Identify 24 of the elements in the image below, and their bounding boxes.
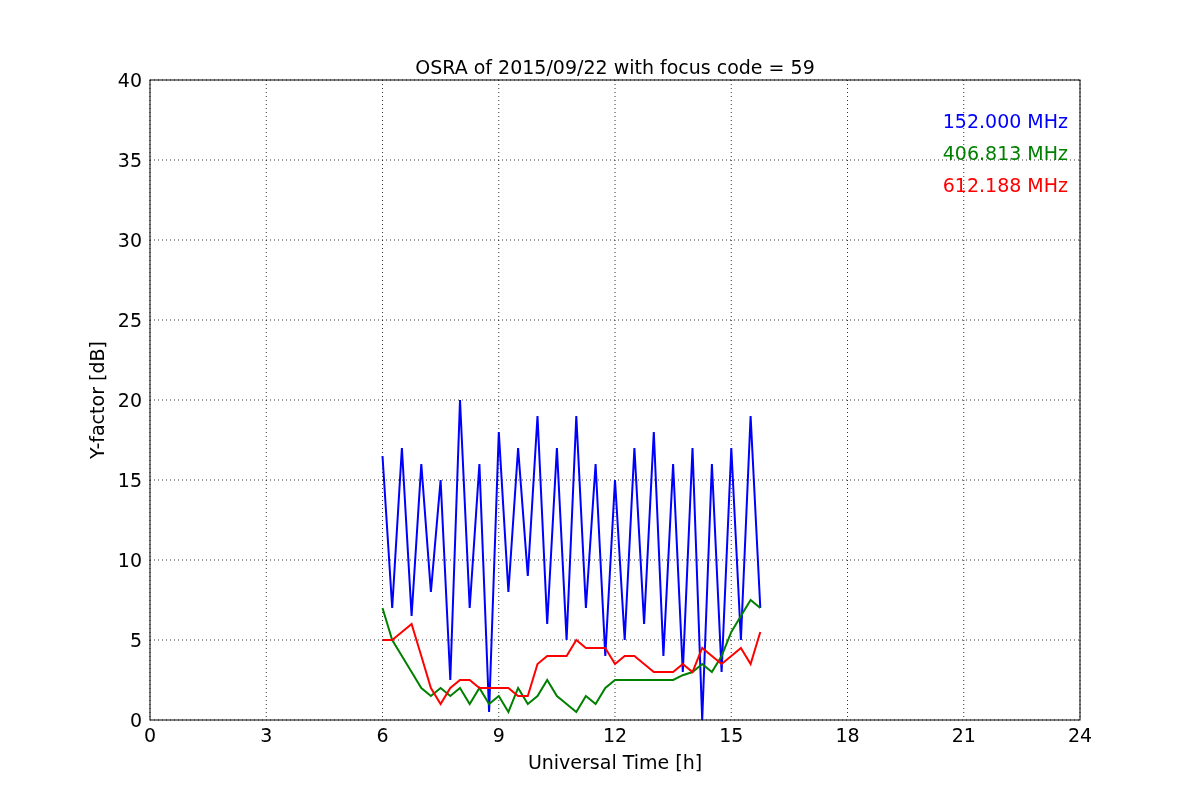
y-tick-label: 0 bbox=[129, 709, 142, 731]
legend-label: 612.188 MHz bbox=[942, 174, 1068, 196]
y-tick-label: 40 bbox=[117, 69, 142, 91]
x-tick-label: 9 bbox=[492, 724, 505, 746]
y-tick-label: 35 bbox=[117, 149, 142, 171]
y-tick-label: 25 bbox=[117, 309, 142, 331]
y-tick-label: 10 bbox=[117, 549, 142, 571]
x-tick-label: 6 bbox=[376, 724, 389, 746]
x-tick-label: 24 bbox=[1067, 724, 1093, 746]
chart-title: OSRA of 2015/09/22 with focus code = 59 bbox=[415, 56, 815, 78]
x-axis-label: Universal Time [h] bbox=[527, 751, 703, 773]
x-tick-label: 21 bbox=[951, 724, 976, 746]
y-axis-label: Y-factor [dB] bbox=[86, 341, 108, 459]
legend-label: 152.000 MHz bbox=[942, 110, 1068, 132]
y-tick-label: 20 bbox=[117, 389, 142, 411]
y-tick-label: 30 bbox=[117, 229, 142, 251]
y-tick-label: 5 bbox=[129, 629, 142, 651]
x-tick-label: 0 bbox=[143, 724, 157, 746]
x-tick-label: 12 bbox=[602, 724, 628, 746]
legend-label: 406.813 MHz bbox=[942, 142, 1068, 164]
y-tick-label: 15 bbox=[117, 469, 142, 491]
x-tick-label: 3 bbox=[260, 724, 273, 746]
x-tick-label: 18 bbox=[835, 724, 860, 746]
x-tick-label: 15 bbox=[719, 724, 744, 746]
